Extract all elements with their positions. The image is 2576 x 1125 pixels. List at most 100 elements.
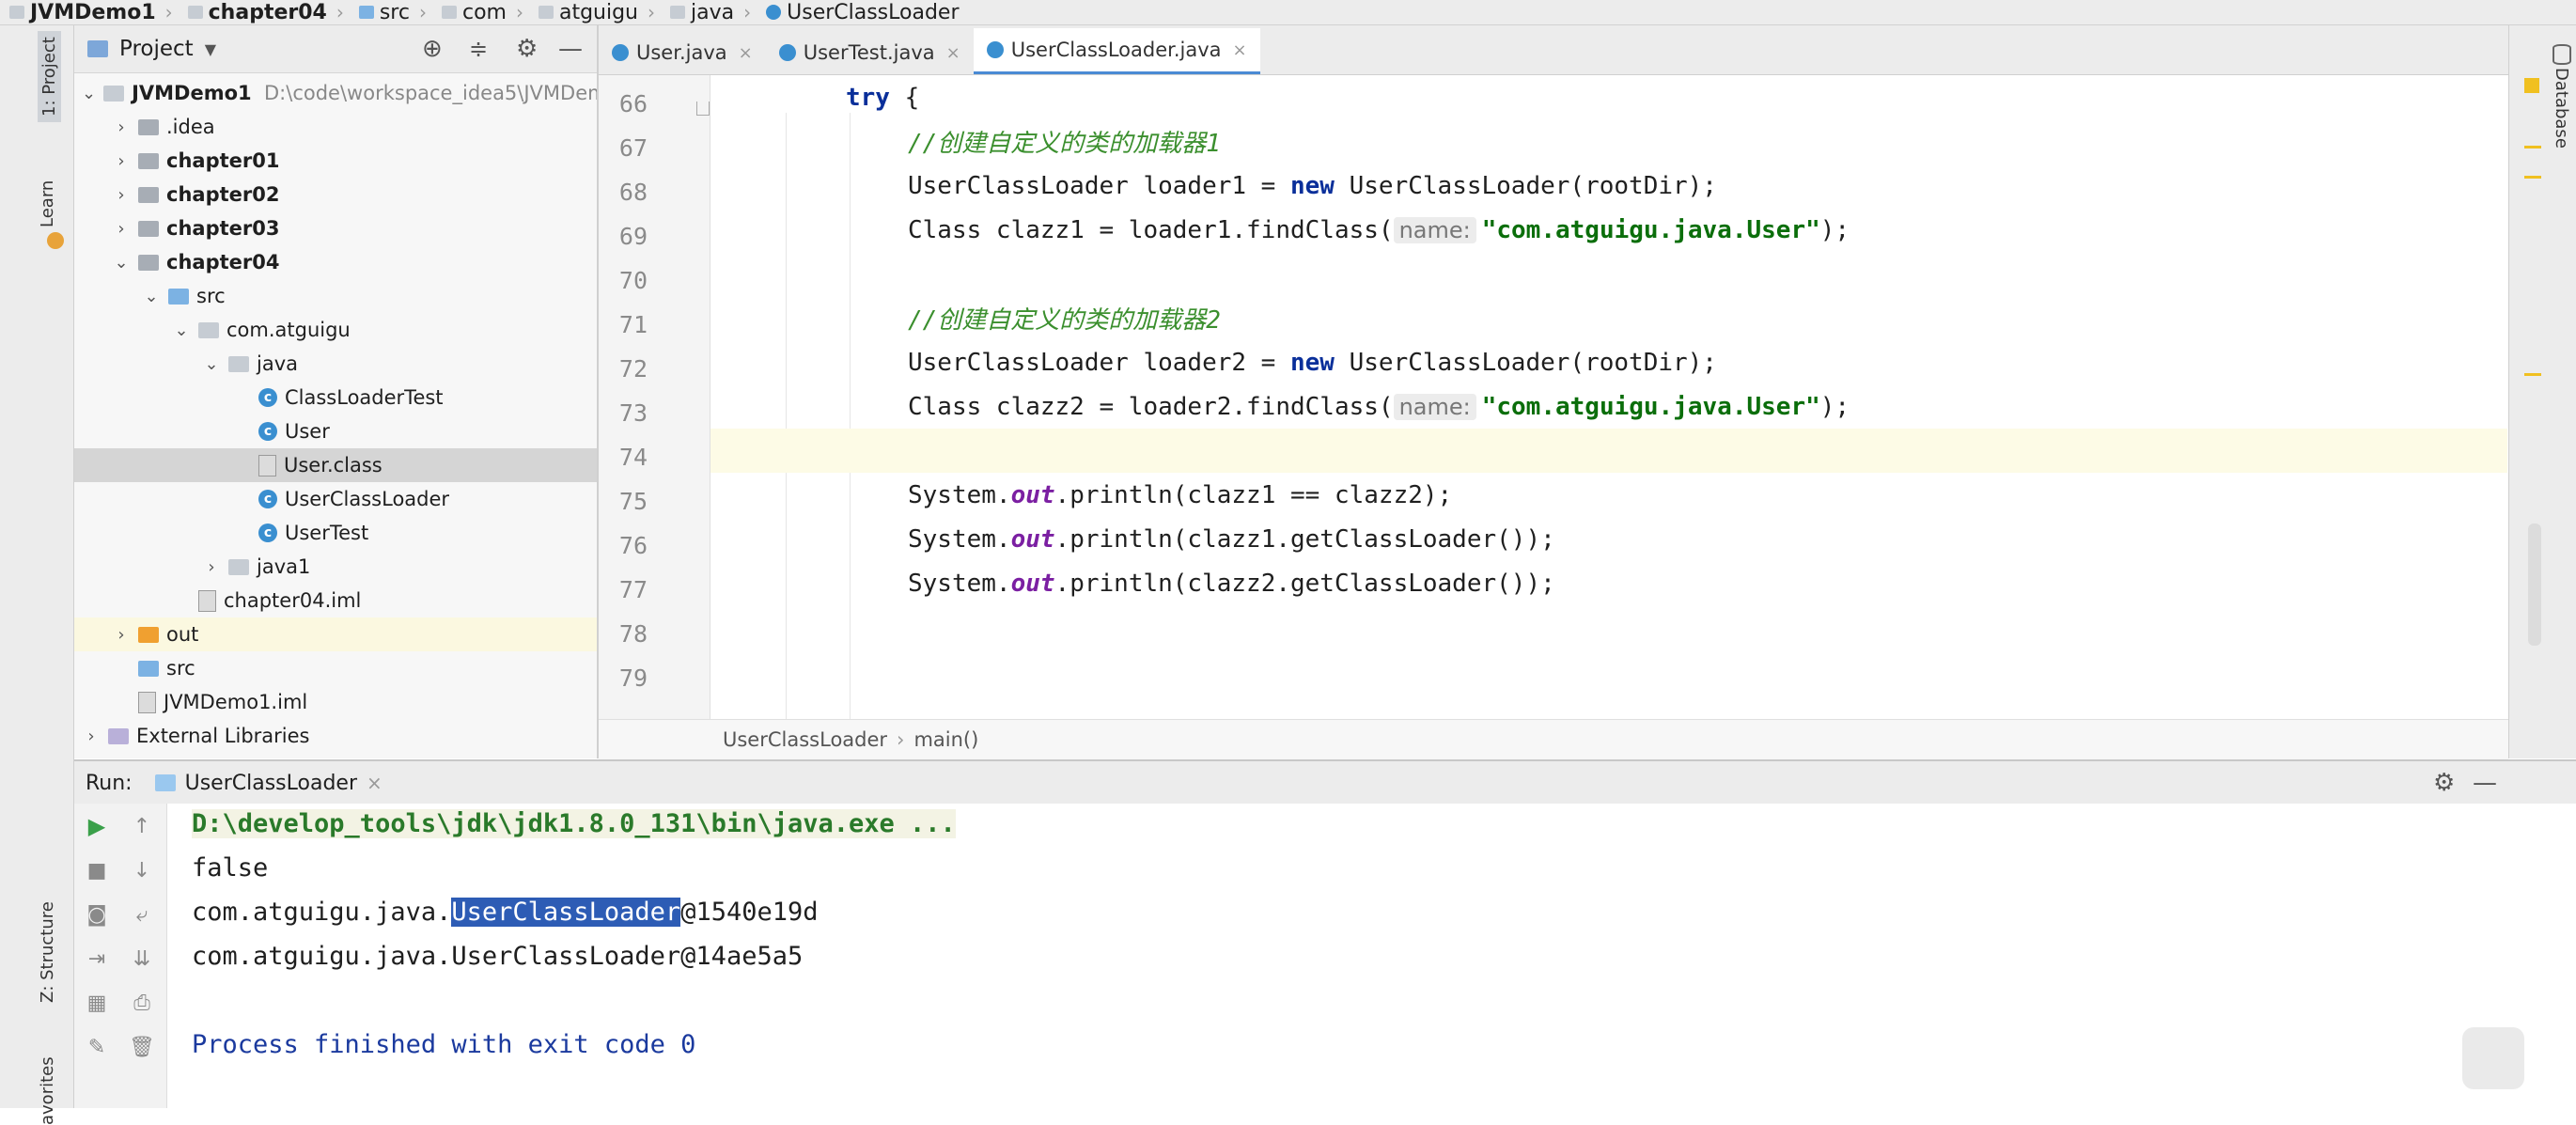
structure-tool-tab[interactable]: Z: Structure xyxy=(38,901,57,1003)
breadcrumb-item-project[interactable]: JVMDemo1 › xyxy=(0,1,173,24)
tree-item-user-class[interactable]: User.class xyxy=(74,448,597,482)
tree-item-src[interactable]: ⌄ src xyxy=(74,279,597,313)
locate-icon[interactable]: ⊕ xyxy=(422,35,443,63)
project-panel: Project ▼ ⊕ ≑ ⚙ — ⌄ JVMDemo1 D:\code\wor… xyxy=(74,25,599,758)
collapse-all-icon[interactable]: ≑ xyxy=(469,36,488,62)
tree-item-chapter01[interactable]: › chapter01 xyxy=(74,144,597,178)
chevron-right-icon[interactable]: › xyxy=(202,557,221,577)
tree-item-jvmdemo1-iml[interactable]: JVMDemo1.iml xyxy=(74,685,597,719)
chevron-down-icon[interactable]: ⌄ xyxy=(142,287,161,306)
play-overlay-icon[interactable] xyxy=(2462,1027,2524,1089)
class-icon xyxy=(612,44,629,61)
breadcrumb-item-java[interactable]: java › xyxy=(661,1,751,24)
tree-item-user[interactable]: c User xyxy=(74,414,597,448)
tree-item-out[interactable]: › out xyxy=(74,617,597,651)
warning-marker-icon[interactable] xyxy=(2524,78,2539,93)
chevron-down-icon[interactable]: ⌄ xyxy=(202,354,221,374)
chevron-down-icon[interactable]: ⌄ xyxy=(112,253,131,273)
tree-item-java1[interactable]: › java1 xyxy=(74,550,597,584)
hide-panel-icon[interactable]: — xyxy=(2473,769,2497,797)
learn-tool-tab[interactable]: Learn xyxy=(38,180,57,227)
camera-icon[interactable]: ◙ xyxy=(84,901,110,928)
error-stripe-mark[interactable] xyxy=(2524,176,2541,179)
tree-item-chapter04-iml[interactable]: chapter04.iml xyxy=(74,584,597,617)
tab-user-java[interactable]: User.java × xyxy=(599,31,766,74)
close-icon[interactable]: × xyxy=(1233,40,1247,60)
database-icon xyxy=(2553,44,2571,65)
code-line: System. out .println(clazz1 == clazz2); xyxy=(710,473,2507,517)
rerun-icon[interactable]: ▶ xyxy=(84,813,110,839)
chevron-right-icon[interactable]: › xyxy=(82,727,101,746)
tree-item-usertest[interactable]: c UserTest xyxy=(74,516,597,550)
favorites-tool-tab[interactable]: avorites xyxy=(38,1056,57,1125)
tree-item-com-atguigu[interactable]: ⌄ com.atguigu xyxy=(74,313,597,347)
error-stripe-mark[interactable] xyxy=(2524,373,2541,376)
chevron-right-icon[interactable]: › xyxy=(112,185,131,205)
print-icon[interactable]: ⎙ xyxy=(129,990,155,1016)
chevron-right-icon[interactable]: › xyxy=(112,219,131,239)
fold-marker-icon[interactable] xyxy=(696,102,710,116)
tree-item-label: java xyxy=(257,352,298,375)
tree-item-label: chapter02 xyxy=(166,183,280,206)
tree-item-classloadertest[interactable]: c ClassLoaderTest xyxy=(74,381,597,414)
breadcrumb-item-module[interactable]: chapter04 › xyxy=(179,1,344,24)
tree-item-label: User xyxy=(285,420,330,443)
tab-usertest-java[interactable]: UserTest.java × xyxy=(766,31,974,74)
hide-panel-icon[interactable]: — xyxy=(558,35,583,63)
line-number: 72 xyxy=(618,355,648,383)
trash-icon[interactable]: 🗑 xyxy=(129,1034,155,1060)
scroll-to-end-icon[interactable]: ⇊ xyxy=(129,945,155,972)
code-text: .println(clazz1 == clazz2); xyxy=(1054,480,1453,509)
tree-item-idea[interactable]: › .idea xyxy=(74,110,597,144)
database-tool-tab[interactable]: Database xyxy=(2552,68,2571,148)
up-arrow-icon[interactable]: ↑ xyxy=(129,813,155,839)
breadcrumb-label: atguigu xyxy=(558,0,639,24)
stop-icon[interactable]: ■ xyxy=(84,857,110,883)
tree-item-chapter04[interactable]: ⌄ chapter04 xyxy=(74,245,597,279)
tree-item-src-root[interactable]: src xyxy=(74,651,597,685)
console-command-line: D:\develop_tools\jdk\jdk1.8.0_131\bin\ja… xyxy=(192,809,956,838)
breadcrumb-label: UserClassLoader xyxy=(787,0,960,24)
layout-icon[interactable]: ▦ xyxy=(84,990,110,1016)
run-tab-userclassloader[interactable]: UserClassLoader xyxy=(185,772,357,795)
breadcrumb-item-class[interactable]: UserClassLoader xyxy=(757,0,960,24)
chevron-down-icon[interactable]: ⌄ xyxy=(82,84,96,103)
tree-item-jvmdemo1[interactable]: ⌄ JVMDemo1 D:\code\workspace_idea5\JVMDe… xyxy=(74,76,597,110)
chevron-down-icon[interactable]: ⌄ xyxy=(172,320,191,340)
tree-item-label: User.class xyxy=(284,454,382,477)
settings-gear-icon[interactable]: ⚙ xyxy=(516,35,538,63)
close-icon[interactable]: × xyxy=(739,43,753,63)
soft-wrap-icon[interactable]: ⤶ xyxy=(129,901,155,928)
chevron-right-icon[interactable]: › xyxy=(112,625,131,645)
breadcrumb-class[interactable]: UserClassLoader xyxy=(723,728,887,751)
code-text: UserClassLoader loader1 = xyxy=(908,171,1290,200)
chevron-right-icon[interactable]: › xyxy=(112,151,131,171)
login-icon[interactable]: ⇥ xyxy=(84,945,110,972)
breadcrumb-method[interactable]: main() xyxy=(913,728,978,751)
error-stripe-mark[interactable] xyxy=(2524,146,2541,148)
console-output[interactable]: D:\develop_tools\jdk\jdk1.8.0_131\bin\ja… xyxy=(167,804,2576,1108)
project-tool-tab[interactable]: 1: Project xyxy=(38,31,61,122)
tree-item-chapter02[interactable]: › chapter02 xyxy=(74,178,597,211)
close-icon[interactable]: × xyxy=(946,43,960,63)
tree-item-userclassloader[interactable]: c UserClassLoader xyxy=(74,482,597,516)
code-text: Class clazz2 = loader2.findClass( xyxy=(908,392,1394,421)
breadcrumb-item-com[interactable]: com › xyxy=(432,1,523,24)
pin-icon[interactable]: ✎ xyxy=(84,1034,110,1060)
source-folder-icon xyxy=(138,660,159,677)
tree-item-java[interactable]: ⌄ java xyxy=(74,347,597,381)
tree-item-external-libraries[interactable]: › External Libraries xyxy=(74,719,597,753)
code-editor[interactable]: try { //创建自定义的类的加载器1 UserClassLoader loa… xyxy=(710,75,2507,719)
chevron-right-icon: › xyxy=(743,1,752,23)
breadcrumb-item-atguigu[interactable]: atguigu › xyxy=(529,1,655,24)
editor-scrollbar[interactable] xyxy=(2528,523,2541,646)
settings-gear-icon[interactable]: ⚙ xyxy=(2433,769,2455,797)
close-icon[interactable]: × xyxy=(367,772,382,794)
project-view-selector[interactable]: Project xyxy=(119,37,194,61)
tree-item-chapter03[interactable]: › chapter03 xyxy=(74,211,597,245)
dropdown-icon[interactable]: ▼ xyxy=(205,40,216,58)
down-arrow-icon[interactable]: ↓ xyxy=(129,857,155,883)
tab-userclassloader-java[interactable]: UserClassLoader.java × xyxy=(973,28,1260,74)
chevron-right-icon[interactable]: › xyxy=(112,117,131,137)
breadcrumb-item-src[interactable]: src › xyxy=(350,1,427,24)
